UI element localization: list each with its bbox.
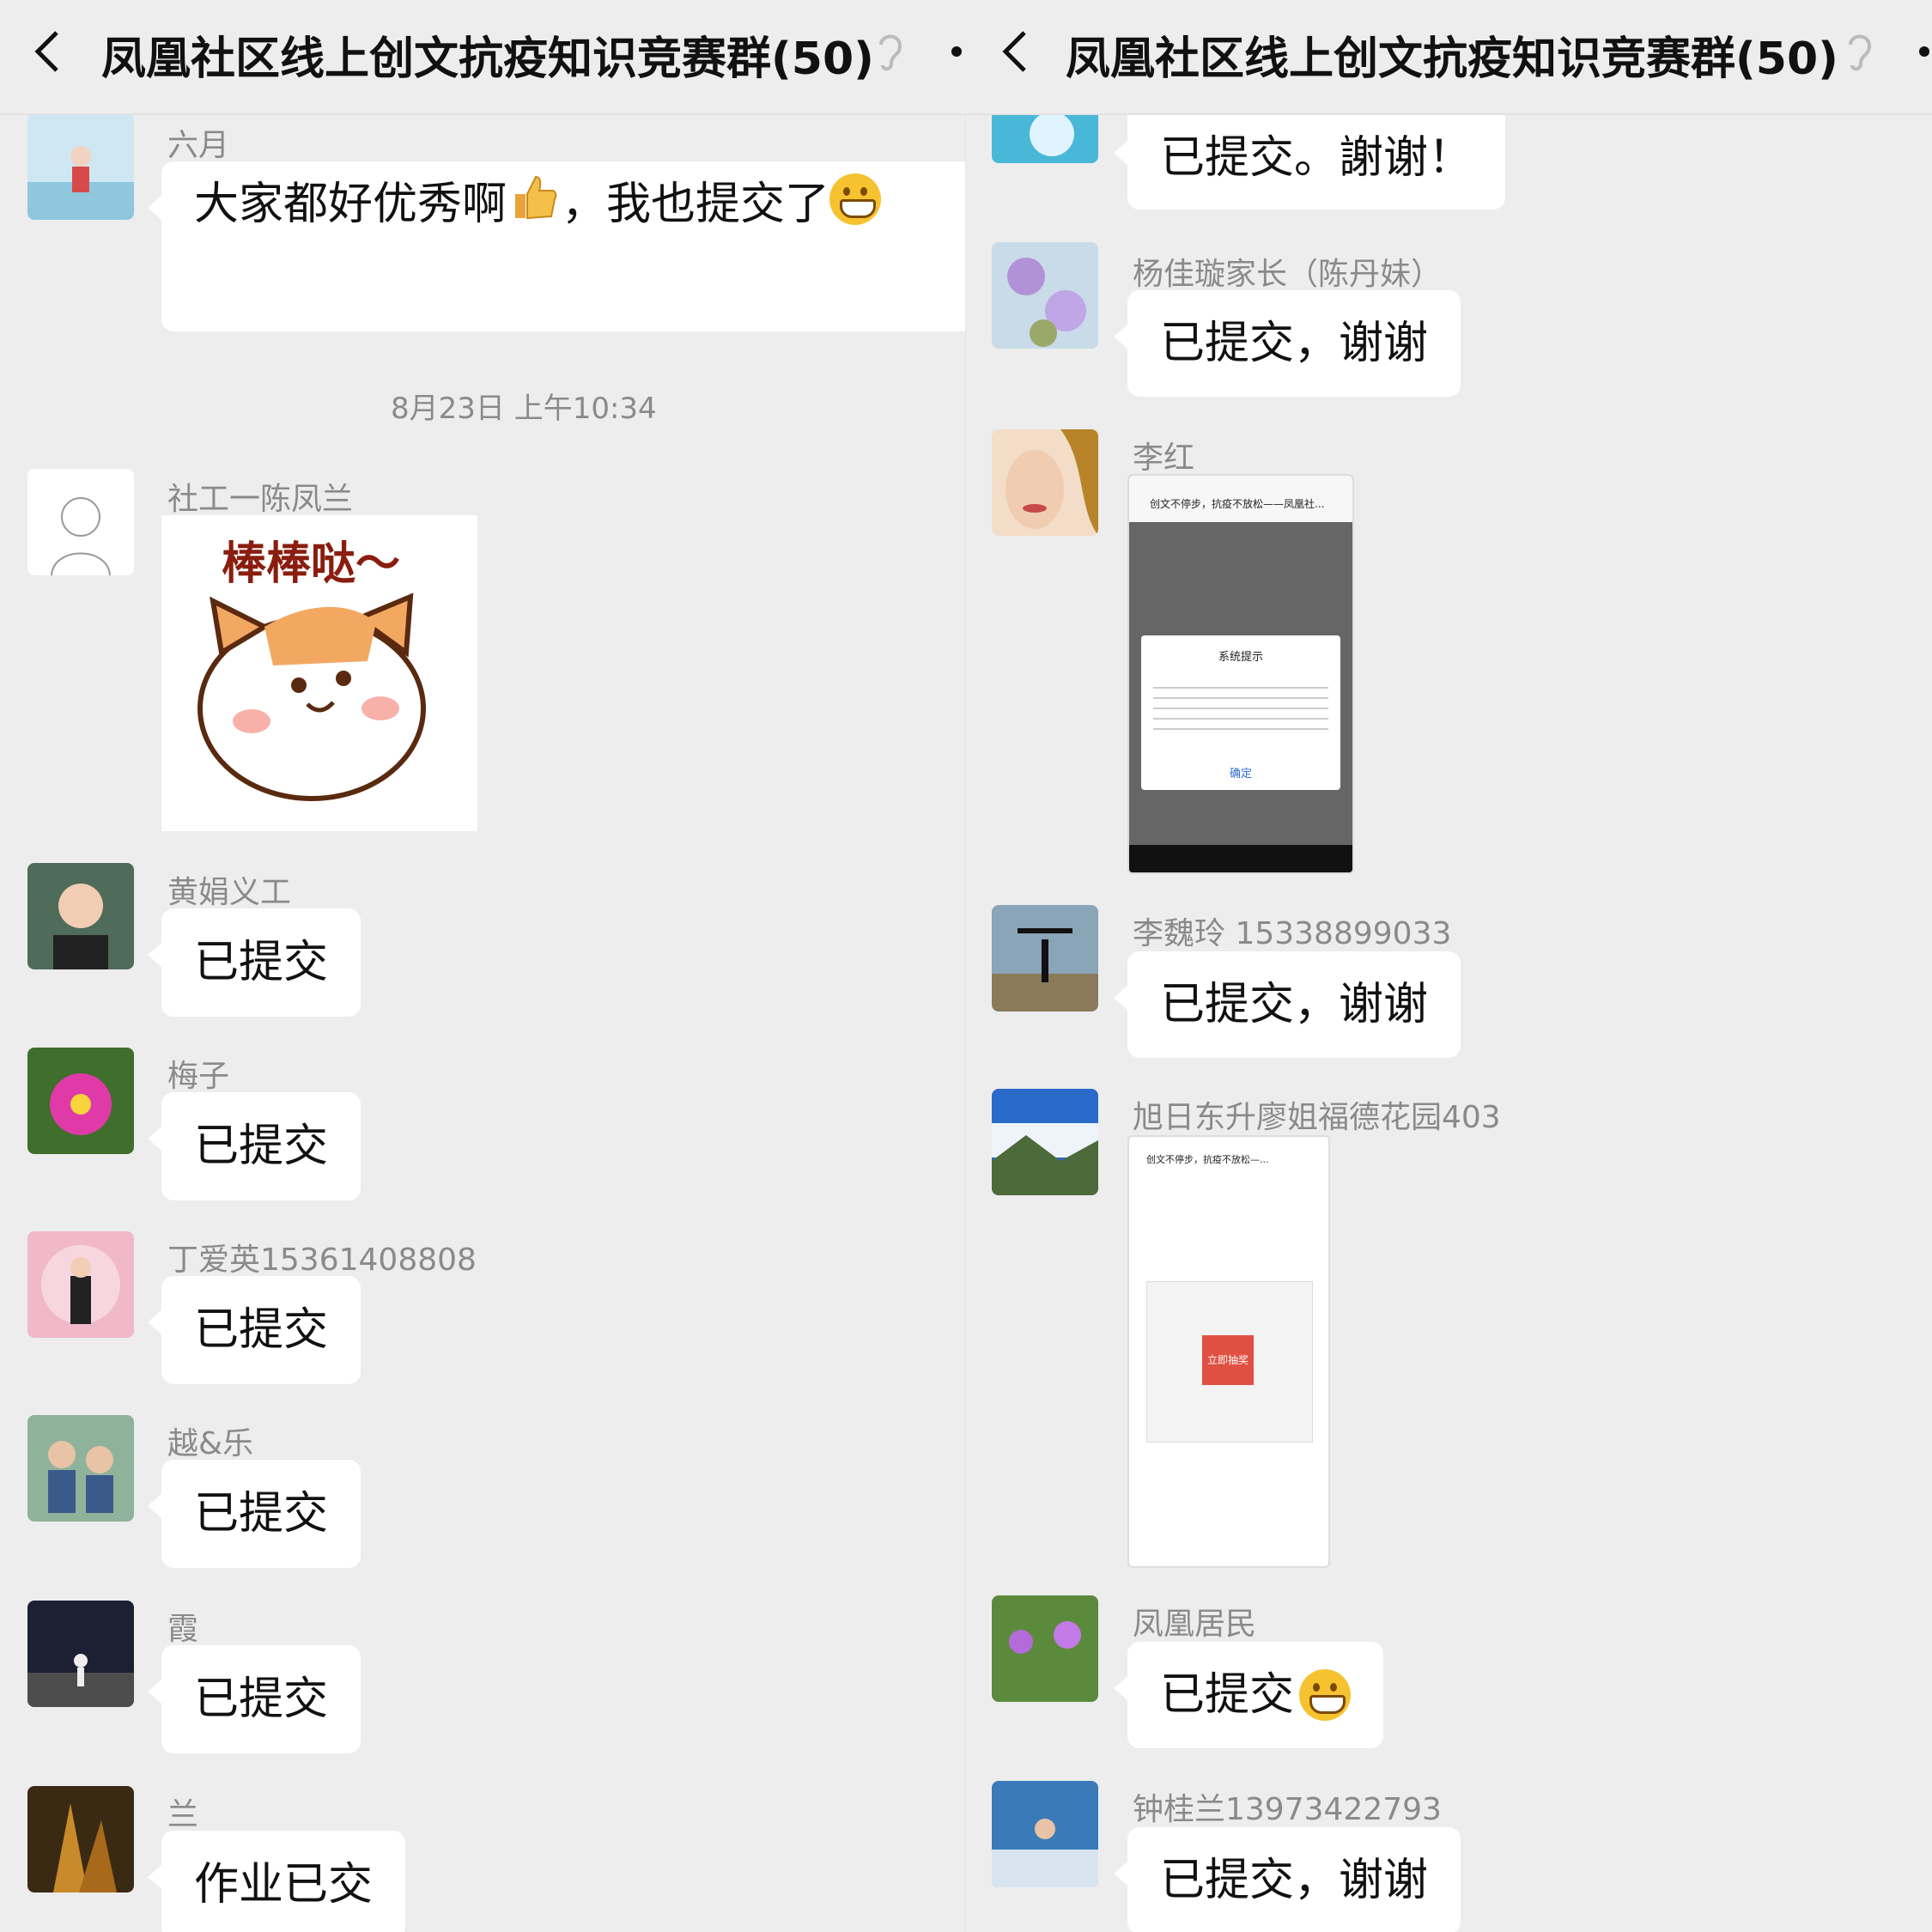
avatar[interactable] <box>27 863 134 969</box>
avatar[interactable] <box>27 1786 134 1893</box>
message-text: 已提交。謝谢！ <box>1160 132 1473 184</box>
sender-name: 社工一陈凤兰 <box>167 482 354 517</box>
sender-name: 李红 <box>1133 440 1195 476</box>
message-text: 已提交，谢谢 <box>1160 1855 1429 1906</box>
message-bubble[interactable]: 作业已交 <box>147 1831 406 1932</box>
avatar[interactable] <box>27 1415 134 1522</box>
sender-name: 钟桂兰13973422793 <box>1133 1792 1442 1827</box>
avatar[interactable] <box>992 1089 1098 1195</box>
sender-name: 丁爱英15361408808 <box>167 1242 477 1278</box>
sender-name: 六月 <box>167 128 230 163</box>
sender-name: 兰 <box>167 1797 199 1832</box>
back-icon[interactable] <box>997 26 1031 77</box>
sender-name: 李魏玲 15338899033 <box>1133 916 1452 951</box>
grin-emoji-icon <box>829 173 882 225</box>
screenshot-image[interactable]: 创文不停步，抗疫不放松——凤凰社... 系统提示 确定 <box>1127 474 1354 874</box>
sender-name: 梅子 <box>167 1059 230 1094</box>
message-bubble[interactable]: 已提交，谢谢 <box>1113 1827 1461 1932</box>
sender-name: 杨佳璇家长（陈丹妹） <box>1133 257 1443 292</box>
avatar[interactable] <box>992 1595 1098 1702</box>
message-bubble[interactable]: 已提交，谢谢 <box>1113 951 1461 1058</box>
avatar[interactable] <box>27 1601 134 1707</box>
message-text: 大家都好优秀啊 <box>194 179 507 230</box>
chat-header: 凤凰社区线上创文抗疫知识竞赛群(50) <box>0 0 966 115</box>
screenshot-image[interactable]: 创文不停步，抗疫不放松—... 立即抽奖 <box>1127 1135 1330 1568</box>
message-bubble[interactable]: 已提交，谢谢 <box>1113 290 1461 397</box>
message-text: 已提交 <box>194 1674 329 1725</box>
avatar[interactable] <box>992 429 1098 536</box>
more-icon[interactable] <box>951 46 962 57</box>
earpiece-mode-icon <box>1844 29 1876 74</box>
avatar[interactable] <box>992 905 1098 1012</box>
more-icon[interactable] <box>1919 46 1929 57</box>
lottery-button: 立即抽奖 <box>1202 1335 1254 1385</box>
message-bubble[interactable]: 已提交 <box>147 1092 361 1200</box>
chat-panel-left[interactable]: 凤凰社区线上创文抗疫知识竞赛群(50) 六月 大家都好优秀啊 ，我也提交了 8月… <box>0 0 966 1932</box>
avatar[interactable] <box>992 242 1098 349</box>
back-icon[interactable] <box>29 26 64 77</box>
message-text: 已提交 <box>194 1488 329 1540</box>
sticker-image[interactable]: 棒棒哒～ <box>161 515 477 831</box>
thumbs-up-icon <box>515 175 557 220</box>
dialog-ok-button: 确定 <box>1229 768 1252 781</box>
message-text: ，我也提交了 <box>562 179 830 230</box>
sender-name: 黄娟义工 <box>167 875 292 910</box>
grin-emoji-icon <box>1299 1669 1352 1721</box>
cat-icon <box>197 592 426 801</box>
message-bubble[interactable]: 已提交 <box>147 908 361 1017</box>
sender-name: 霞 <box>167 1612 199 1647</box>
message-text: 已提交 <box>194 1304 329 1356</box>
message-text: 已提交 <box>1160 1669 1295 1721</box>
message-text: 已提交，谢谢 <box>1160 318 1429 369</box>
message-bubble[interactable]: 已提交 <box>1113 1642 1384 1748</box>
sender-name: 凤凰居民 <box>1133 1607 1257 1642</box>
chat-title: 凤凰社区线上创文抗疫知识竞赛群(50) <box>101 33 874 85</box>
avatar[interactable] <box>27 113 134 220</box>
sender-name: 旭日东升廖姐福德花园403 <box>1133 1100 1501 1135</box>
avatar[interactable] <box>992 1781 1098 1887</box>
screenshot-title: 创文不停步，抗疫不放松——凤凰社... <box>1129 476 1352 522</box>
message-text: 已提交 <box>194 1121 329 1172</box>
avatar[interactable] <box>27 1048 134 1154</box>
message-bubble[interactable]: 已提交 <box>147 1645 361 1753</box>
screenshot-dialog: 系统提示 确定 <box>1141 635 1340 790</box>
avatar[interactable] <box>27 469 134 575</box>
message-bubble[interactable]: 已提交 <box>147 1460 361 1568</box>
message-text: 已提交 <box>194 937 329 988</box>
message-bubble[interactable]: 已提交。謝谢！ <box>1113 106 1506 210</box>
earpiece-mode-icon <box>874 29 907 74</box>
chat-header: 凤凰社区线上创文抗疫知识竞赛群(50) <box>966 0 1932 115</box>
dialog-title: 系统提示 <box>1218 651 1263 664</box>
screenshot-title: 创文不停步，抗疫不放松—... <box>1146 1154 1269 1165</box>
chat-title: 凤凰社区线上创文抗疫知识竞赛群(50) <box>1066 33 1838 85</box>
avatar[interactable] <box>27 1231 134 1338</box>
message-bubble[interactable]: 大家都好优秀啊 ，我也提交了 <box>148 161 966 331</box>
timestamp: 8月23日 上午10:34 <box>391 392 657 426</box>
sender-name: 越&乐 <box>167 1426 254 1461</box>
chat-panel-right[interactable]: 凤凰社区线上创文抗疫知识竞赛群(50) 已提交。謝谢！ 杨佳璇家长（陈丹妹） 已… <box>966 0 1932 1932</box>
message-text: 作业已交 <box>194 1859 374 1911</box>
message-bubble[interactable]: 已提交 <box>147 1276 361 1384</box>
message-text: 已提交，谢谢 <box>1160 979 1429 1030</box>
